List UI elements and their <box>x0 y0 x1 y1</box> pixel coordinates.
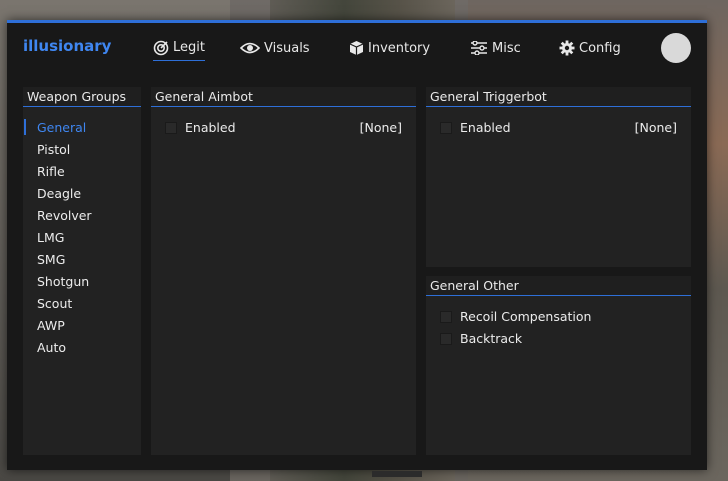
tab-config[interactable]: Config <box>559 37 621 59</box>
box-icon <box>349 40 364 56</box>
triggerbot-panel: General Triggerbot Enabled [None] <box>426 87 691 267</box>
tab-label: Inventory <box>368 40 431 56</box>
recoil-compensation-checkbox[interactable] <box>440 311 452 323</box>
tab-label: Legit <box>173 40 205 55</box>
app-logo: illusionary <box>23 37 112 55</box>
target-icon <box>153 40 169 56</box>
tab-misc[interactable]: Misc <box>470 37 521 59</box>
weapon-group-item-general[interactable]: General <box>23 117 141 139</box>
tab-label: Visuals <box>264 40 310 56</box>
weapon-group-item-lmg[interactable]: LMG <box>23 227 141 249</box>
recoil-compensation-label: Recoil Compensation <box>460 309 592 324</box>
gear-icon <box>559 40 575 56</box>
other-panel: General Other Recoil Compensation Backtr… <box>426 276 691 455</box>
weapon-group-item-auto[interactable]: Auto <box>23 337 141 359</box>
tab-label: Config <box>579 40 621 56</box>
tab-legit[interactable]: Legit <box>153 37 205 61</box>
resize-handle[interactable] <box>372 471 422 477</box>
eye-icon <box>240 41 260 55</box>
triggerbot-keybind-button[interactable]: [None] <box>635 117 677 139</box>
weapon-group-item-deagle[interactable]: Deagle <box>23 183 141 205</box>
menu-window: illusionary Legit Visuals Inventory Misc <box>7 20 707 477</box>
backtrack-label: Backtrack <box>460 331 523 346</box>
weapon-group-item-pistol[interactable]: Pistol <box>23 139 141 161</box>
weapon-group-item-smg[interactable]: SMG <box>23 249 141 271</box>
panel-title: General Aimbot <box>151 87 416 107</box>
aimbot-enabled-row: Enabled [None] <box>151 117 416 139</box>
triggerbot-enabled-row: Enabled [None] <box>426 117 691 139</box>
triggerbot-enabled-label: Enabled <box>460 120 511 135</box>
backtrack-checkbox[interactable] <box>440 333 452 345</box>
weapon-group-item-scout[interactable]: Scout <box>23 293 141 315</box>
tab-inventory[interactable]: Inventory <box>349 37 430 59</box>
aimbot-keybind-button[interactable]: [None] <box>360 117 402 139</box>
sliders-icon <box>470 41 488 55</box>
weapon-group-item-revolver[interactable]: Revolver <box>23 205 141 227</box>
menu-header: illusionary Legit Visuals Inventory Misc <box>7 23 707 69</box>
weapon-group-item-awp[interactable]: AWP <box>23 315 141 337</box>
backtrack-row: Backtrack <box>426 328 691 350</box>
panel-title: Weapon Groups <box>23 87 141 107</box>
panel-title: General Other <box>426 276 691 296</box>
tab-label: Misc <box>492 40 521 56</box>
panel-title: General Triggerbot <box>426 87 691 107</box>
triggerbot-enabled-checkbox[interactable] <box>440 122 452 134</box>
weapon-group-item-shotgun[interactable]: Shotgun <box>23 271 141 293</box>
weapon-groups-panel: Weapon Groups General Pistol Rifle Deagle Re… <box>23 87 141 455</box>
aimbot-enabled-checkbox[interactable] <box>165 122 177 134</box>
tab-visuals[interactable]: Visuals <box>240 37 310 59</box>
weapon-group-item-rifle[interactable]: Rifle <box>23 161 141 183</box>
recoil-compensation-row: Recoil Compensation <box>426 306 691 328</box>
aimbot-panel: General Aimbot Enabled [None] <box>151 87 416 455</box>
aimbot-enabled-label: Enabled <box>185 120 236 135</box>
avatar[interactable] <box>661 33 691 63</box>
weapon-group-list: General Pistol Rifle Deagle Revolver LMG SMG Sh… <box>23 107 141 359</box>
